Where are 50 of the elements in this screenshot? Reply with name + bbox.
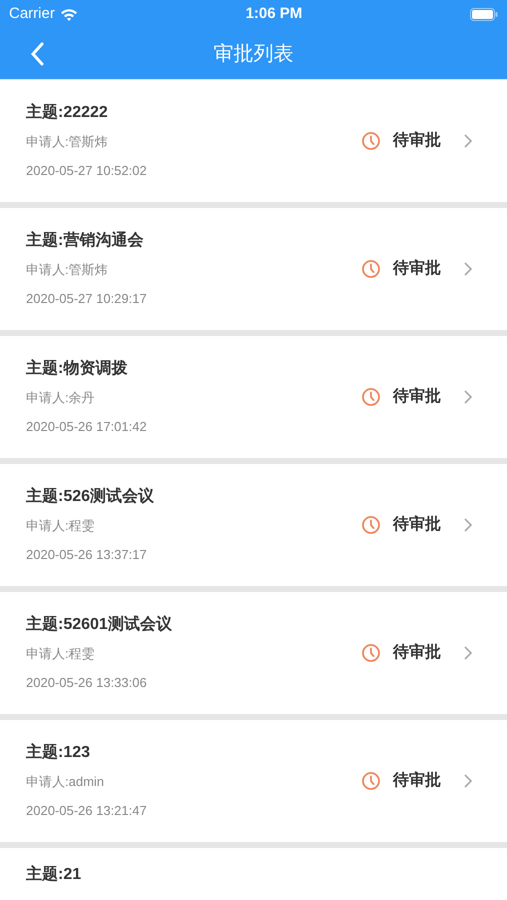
time-text: 2020-05-26 17:01:42 <box>26 418 148 436</box>
list-item[interactable]: 主题:物资调拨 申请人:余丹 2020-05-26 17:01:42 待审批 <box>0 336 507 458</box>
chevron-right-icon <box>463 133 473 149</box>
clock-icon <box>361 515 381 535</box>
list-item[interactable]: 主题:526测试会议 申请人:程雯 2020-05-26 13:37:17 待审批 <box>0 464 507 586</box>
subject-text: 主题:52601测试会议 <box>26 614 173 635</box>
applicant-text: 申请人:管斯炜 <box>26 133 109 151</box>
page-title: 审批列表 <box>214 42 294 66</box>
subject-text: 主题:22222 <box>26 102 109 123</box>
chevron-right-icon <box>463 389 473 405</box>
status-text: 待审批 <box>393 770 441 791</box>
chevron-right-icon <box>463 645 473 661</box>
clock-icon <box>361 387 381 407</box>
time-text: 2020-05-26 13:37:17 <box>26 546 148 564</box>
time-text: 2020-05-27 10:52:02 <box>26 162 148 180</box>
subject-text: 主题:123 <box>26 742 92 763</box>
chevron-right-icon <box>463 517 473 533</box>
clock-icon <box>361 131 381 151</box>
status-text: 待审批 <box>393 130 441 151</box>
clock-icon <box>361 771 381 791</box>
list-item[interactable]: 主题:21 <box>0 848 507 900</box>
time-text: 2020-05-26 13:33:06 <box>26 674 148 692</box>
wifi-icon <box>60 8 78 20</box>
applicant-text: 申请人:管斯炜 <box>26 261 109 279</box>
status-text: 待审批 <box>393 386 441 407</box>
chevron-right-icon <box>463 261 473 277</box>
clock-text: 1:06 PM <box>246 4 302 24</box>
list-item[interactable]: 主题:52601测试会议 申请人:程雯 2020-05-26 13:33:06 待审批 <box>0 592 507 714</box>
subject-text: 主题:营销沟通会 <box>26 230 144 251</box>
subject-text: 主题:21 <box>26 864 82 885</box>
clock-icon <box>361 643 381 663</box>
status-text: 待审批 <box>393 642 441 663</box>
applicant-text: 申请人:程雯 <box>26 645 96 663</box>
battery-icon <box>470 8 498 20</box>
status-text: 待审批 <box>393 514 441 535</box>
status-text: 待审批 <box>393 258 441 279</box>
clock-icon <box>361 259 381 279</box>
chevron-right-icon <box>463 773 473 789</box>
applicant-text: 申请人:程雯 <box>26 517 96 535</box>
list-item[interactable]: 主题:22222 申请人:管斯炜 2020-05-27 10:52:02 待审批 <box>0 80 507 202</box>
list-item[interactable]: 主题:营销沟通会 申请人:管斯炜 2020-05-27 10:29:17 待审批 <box>0 208 507 330</box>
carrier-text: Carrier <box>9 4 55 24</box>
applicant-text: 申请人:余丹 <box>26 389 96 407</box>
subject-text: 主题:526测试会议 <box>26 486 156 507</box>
subject-text: 主题:物资调拨 <box>26 358 128 379</box>
back-icon <box>30 42 44 66</box>
time-text: 2020-05-27 10:29:17 <box>26 290 148 308</box>
list-item[interactable]: 主题:123 申请人:admin 2020-05-26 13:21:47 待审批 <box>0 720 507 842</box>
time-text: 2020-05-26 13:21:47 <box>26 802 148 820</box>
applicant-text: 申请人:admin <box>26 773 106 791</box>
